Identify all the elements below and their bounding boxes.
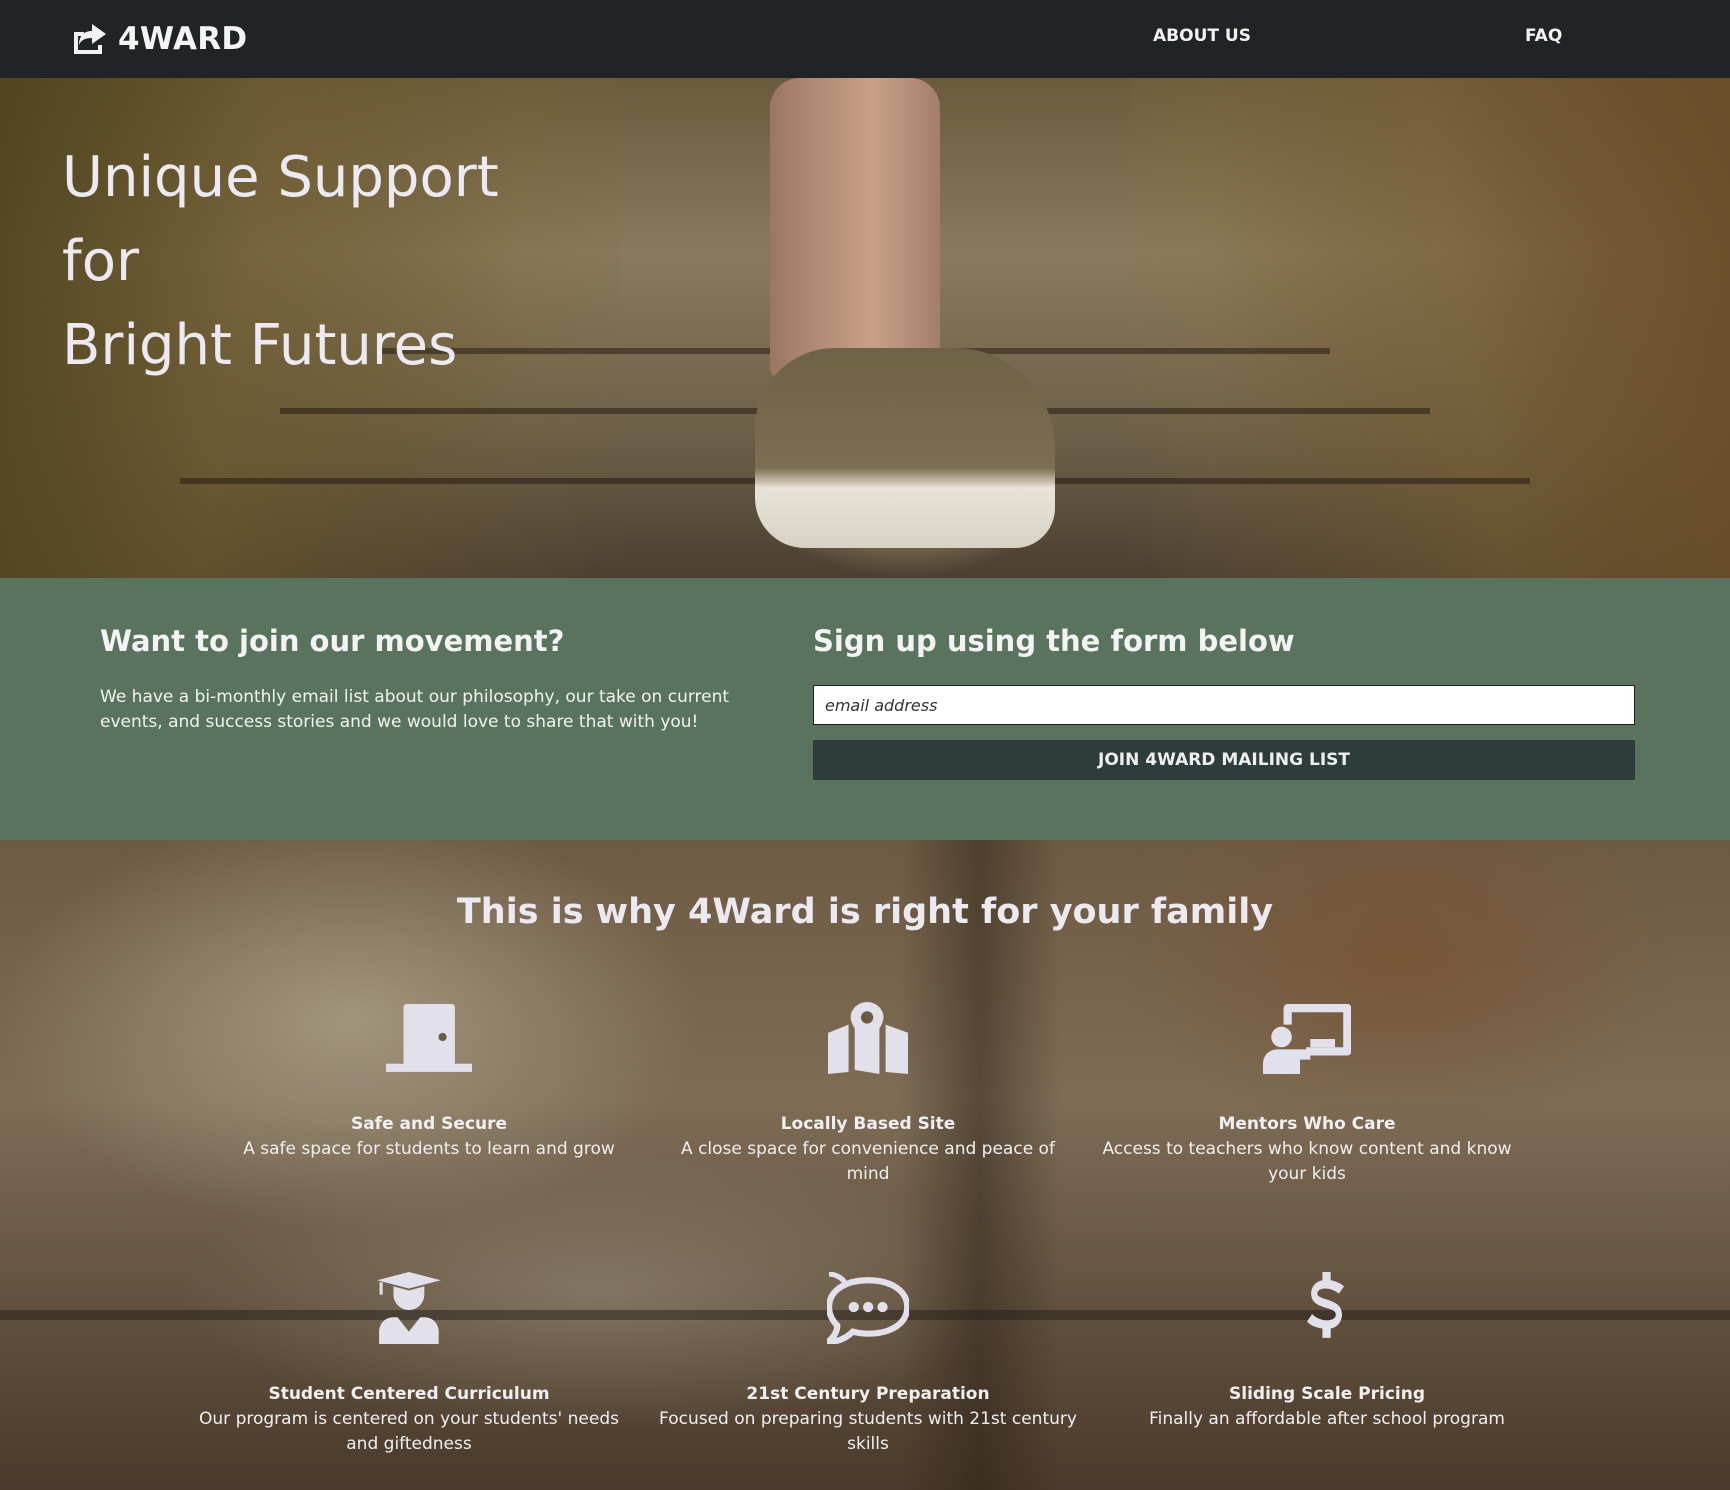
hero-bg-shoe xyxy=(755,348,1055,548)
feature-card: Student Centered Curriculum Our program … xyxy=(199,1272,619,1457)
map-location-icon xyxy=(658,1002,1078,1074)
join-mailing-list-button[interactable]: JOIN 4WARD MAILING LIST xyxy=(813,740,1635,780)
signup-form-heading: Sign up using the form below xyxy=(813,624,1295,658)
feature-title: Safe and Secure xyxy=(350,1114,508,1134)
feature-title: Student Centered Curriculum xyxy=(268,1384,550,1404)
feature-card: Mentors Who Care Access to teachers who … xyxy=(1097,1002,1517,1187)
join-movement-description: We have a bi-monthly email list about ou… xyxy=(100,687,730,732)
feature-title: Sliding Scale Pricing xyxy=(1229,1384,1425,1404)
feature-description: Finally an affordable after school progr… xyxy=(1149,1409,1505,1429)
feature-description: Focused on preparing students with 21st … xyxy=(659,1409,1077,1454)
feature-card: 21st Century Preparation Focused on prep… xyxy=(658,1271,1078,1457)
nav-link-about-us[interactable]: ABOUT US xyxy=(1153,26,1251,46)
feature-description: A close space for convenience and peace … xyxy=(681,1139,1055,1184)
share-square-icon xyxy=(74,24,106,54)
graduate-icon xyxy=(199,1272,619,1344)
features-section: This is why 4Ward is right for your fami… xyxy=(0,840,1730,1490)
hero-title: Unique Support for Bright Futures xyxy=(62,136,662,388)
dollar-icon xyxy=(1117,1272,1537,1344)
brand-logo-link[interactable]: 4WARD xyxy=(70,18,247,60)
feature-card: Sliding Scale Pricing Finally an afforda… xyxy=(1117,1272,1537,1432)
feature-card: Safe and Secure A safe space for student… xyxy=(219,1002,639,1162)
door-icon xyxy=(219,1002,639,1074)
feature-card: Locally Based Site A close space for con… xyxy=(658,1002,1078,1187)
feature-description: Our program is centered on your students… xyxy=(199,1409,619,1454)
feature-title: 21st Century Preparation xyxy=(746,1384,990,1404)
feature-description: A safe space for students to learn and g… xyxy=(243,1139,615,1159)
top-navbar: 4WARD ABOUT US FAQ xyxy=(0,0,1730,78)
hero-title-line: for xyxy=(62,229,139,294)
nav-link-faq[interactable]: FAQ xyxy=(1525,26,1562,46)
features-heading: This is why 4Ward is right for your fami… xyxy=(456,892,1274,932)
brand-name: 4WARD xyxy=(118,21,248,57)
hero-bg-grass-right xyxy=(1130,78,1730,578)
feature-description: Access to teachers who know content and … xyxy=(1102,1139,1512,1184)
join-movement-heading: Want to join our movement? xyxy=(100,624,565,658)
hero-banner: Unique Support for Bright Futures xyxy=(0,78,1730,578)
hero-title-line: Bright Futures xyxy=(62,313,458,378)
mailing-list-section: Want to join our movement? We have a bi-… xyxy=(0,578,1730,840)
feature-title: Mentors Who Care xyxy=(1218,1114,1396,1134)
feature-title: Locally Based Site xyxy=(780,1114,956,1134)
hero-title-line: Unique Support xyxy=(62,145,499,210)
email-field[interactable] xyxy=(813,685,1635,725)
hero-bg-leg xyxy=(770,78,940,378)
rocketchat-icon xyxy=(658,1271,1078,1346)
teacher-board-icon xyxy=(1097,1002,1517,1074)
